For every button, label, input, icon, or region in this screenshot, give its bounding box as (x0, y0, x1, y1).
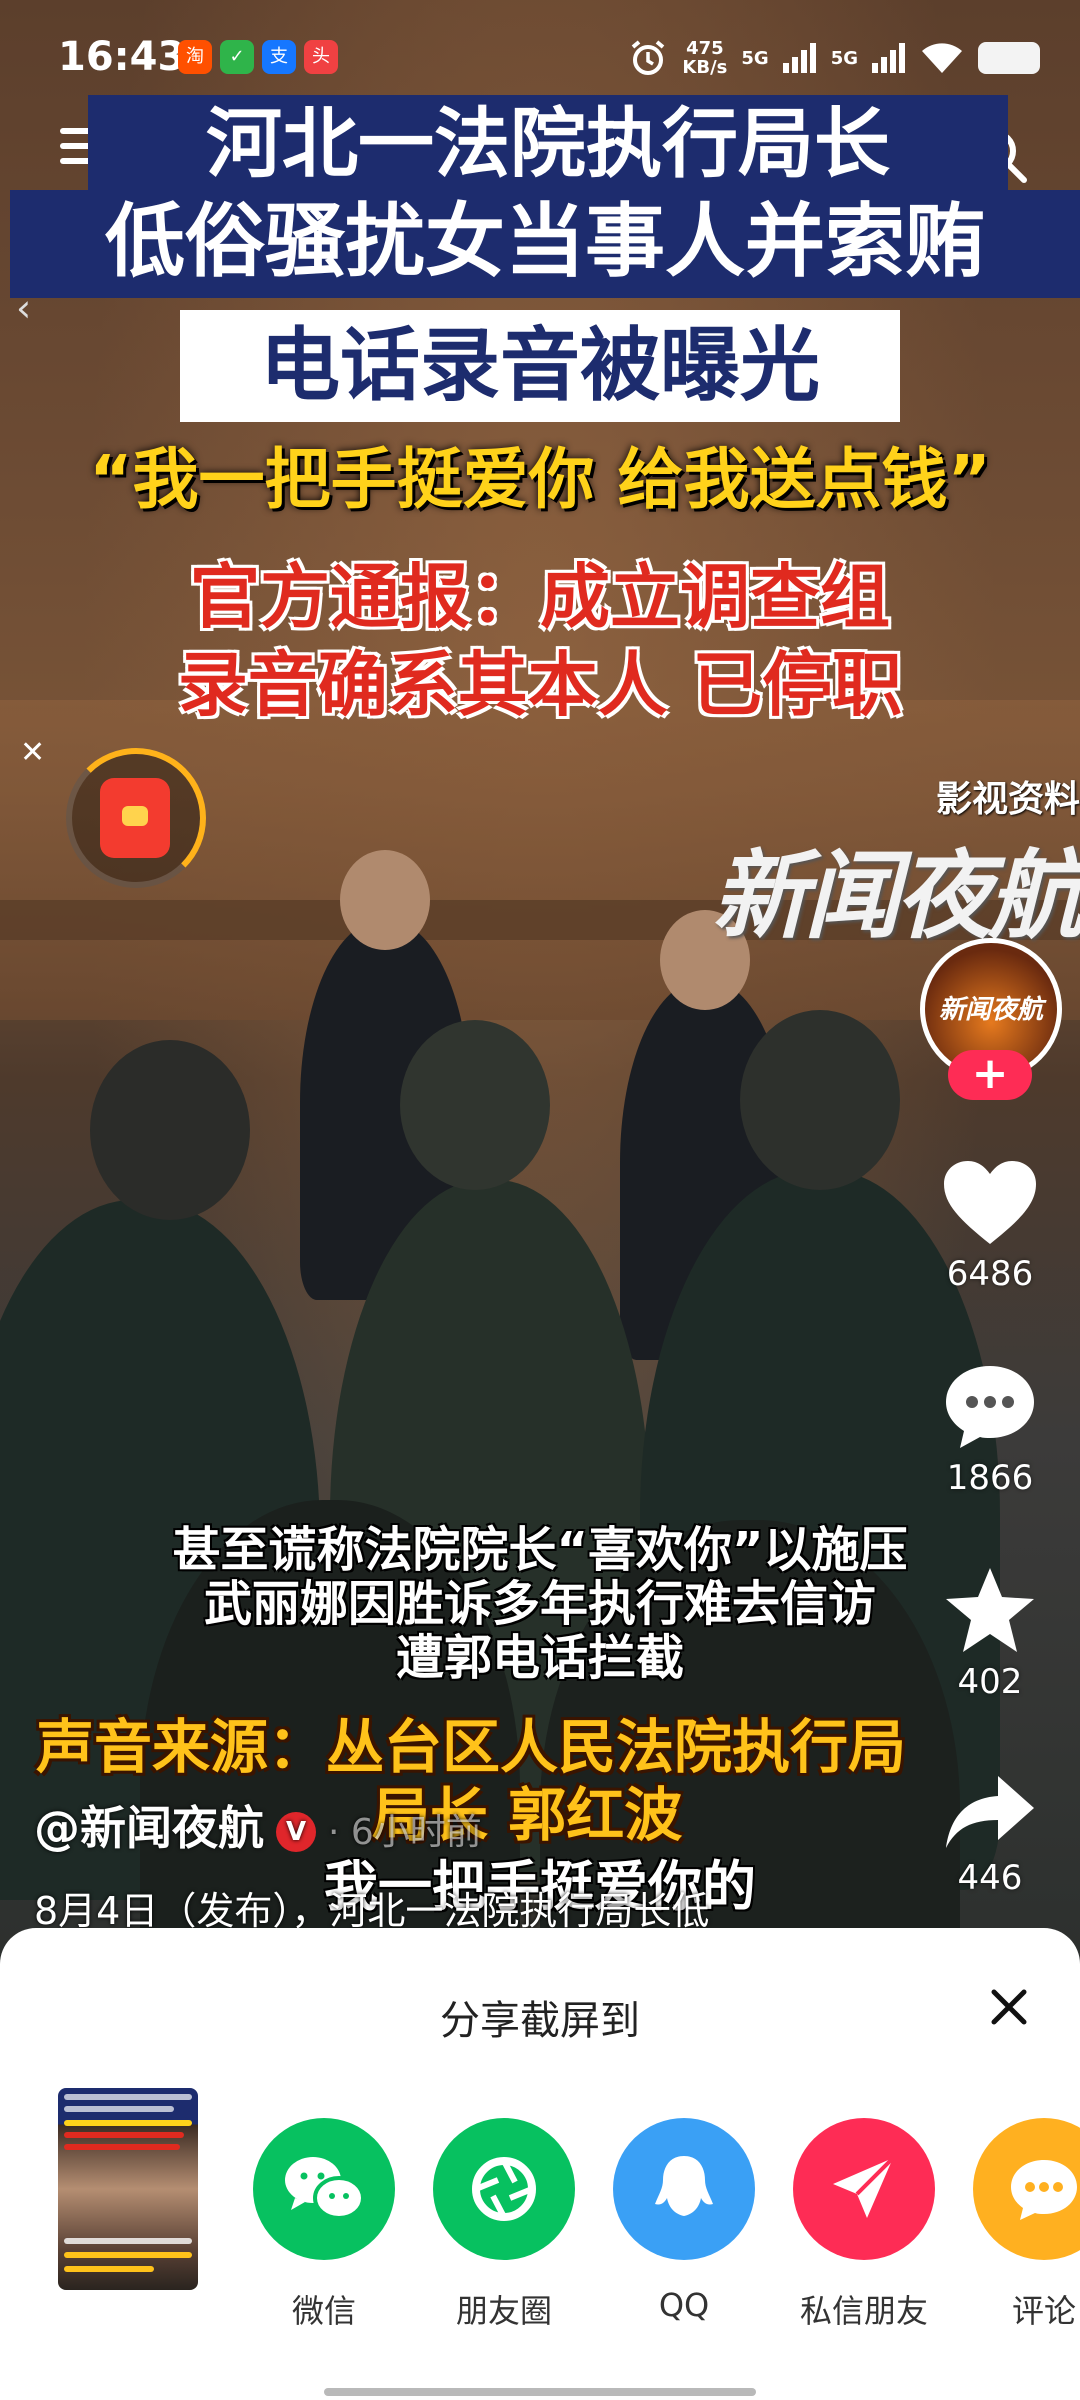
taobao-icon: 淘 (178, 40, 212, 74)
audience-head (400, 1020, 550, 1190)
follow-button[interactable]: + (948, 1050, 1032, 1100)
red-packet-widget[interactable] (66, 748, 206, 888)
share-target-circle (433, 2118, 575, 2260)
share-label: 微信 (291, 2292, 356, 2330)
comment-count: 1866 (946, 1458, 1034, 1498)
alipay-icon: 支 (262, 40, 296, 74)
qq-penguin-icon (655, 2156, 713, 2216)
share-to-direct-message[interactable]: 私信朋友 (784, 2118, 944, 2332)
share-sheet: 分享截屏到 微信 朋友圈 QQ 私信朋友 评论 (0, 1928, 1080, 2400)
wifi-icon (922, 43, 962, 73)
share-label: 朋友圈 (455, 2292, 552, 2330)
red-packet-close-icon[interactable]: ✕ (20, 735, 45, 770)
share-label: 评论 (1011, 2292, 1076, 2330)
share-target-circle (793, 2118, 935, 2260)
official-notice-line1: 官方通报：成立调查组 (190, 556, 890, 638)
audience-head (740, 1010, 900, 1190)
clock: 16:43 (58, 34, 186, 80)
avatar-logo-text: 新闻夜航 (938, 995, 1043, 1025)
subtitle-line3: 遭郭电话拦截 (395, 1630, 684, 1686)
share-label: 私信朋友 (799, 2292, 928, 2330)
like-count: 6486 (946, 1254, 1034, 1294)
share-target-circle (973, 2118, 1080, 2260)
post-description[interactable]: 8月4日（发布），河北一法院执行局长低 (34, 1880, 709, 1935)
share-to-qq[interactable]: QQ (604, 2118, 764, 2324)
share-to-wechat[interactable]: 微信 (244, 2118, 404, 2332)
sim2-label: 5G (830, 47, 858, 69)
share-to-moments[interactable]: 朋友圈 (424, 2118, 584, 2332)
share-arrow-icon (946, 1776, 1034, 1848)
battery-icon (978, 42, 1040, 74)
toutiao-icon: 头 (304, 40, 338, 74)
alarm-icon (632, 40, 665, 75)
share-target-circle (613, 2118, 755, 2260)
watermark-caption: 影视资料 (935, 779, 1080, 820)
official-notice-line2: 录音确系其本人 已停职 (177, 644, 903, 726)
send-arrow-icon (833, 2156, 895, 2218)
wechat-icon (285, 2157, 365, 2220)
home-indicator[interactable] (324, 2388, 756, 2396)
network-speed-value: 475 (686, 38, 724, 59)
close-icon[interactable] (982, 1980, 1036, 2034)
share-to-comment[interactable]: 评论 (964, 2118, 1080, 2332)
like-button[interactable]: 6486 (930, 1158, 1050, 1294)
headline-line2: 低俗骚扰女当事人并索贿 (10, 190, 1080, 298)
status-right: 475 KB/s 5G 5G (628, 36, 1040, 80)
headline-line1: 河北一法院执行局长 (88, 95, 1008, 195)
network-speed-unit: KB/s (682, 57, 728, 78)
heart-icon (944, 1161, 1036, 1244)
watermark-logo: 新闻夜航 (712, 840, 1080, 952)
official-head (340, 850, 430, 950)
comment-button[interactable]: 1866 (930, 1362, 1050, 1498)
share-sheet-title: 分享截屏到 (440, 1998, 640, 2044)
audience-head (90, 1040, 250, 1220)
share-target-circle (253, 2118, 395, 2260)
sim1-label: 5G (741, 47, 769, 69)
moments-aperture-icon (472, 2157, 536, 2221)
screenshot-thumbnail[interactable] (58, 2088, 198, 2290)
headline-line3: 电话录音被曝光 (180, 310, 900, 422)
network-speed: 475 KB/s (682, 39, 727, 77)
signal-icon (782, 43, 816, 73)
headline-quote: “我一把手挺爱你 给我送点钱” (89, 441, 991, 518)
comment-icon (946, 1366, 1034, 1448)
comment-bubble-icon (1011, 2160, 1077, 2220)
signal-icon (872, 43, 905, 73)
red-packet-icon (100, 778, 170, 858)
green-app-icon: ✓ (220, 40, 254, 74)
share-label: QQ (658, 2286, 710, 2324)
